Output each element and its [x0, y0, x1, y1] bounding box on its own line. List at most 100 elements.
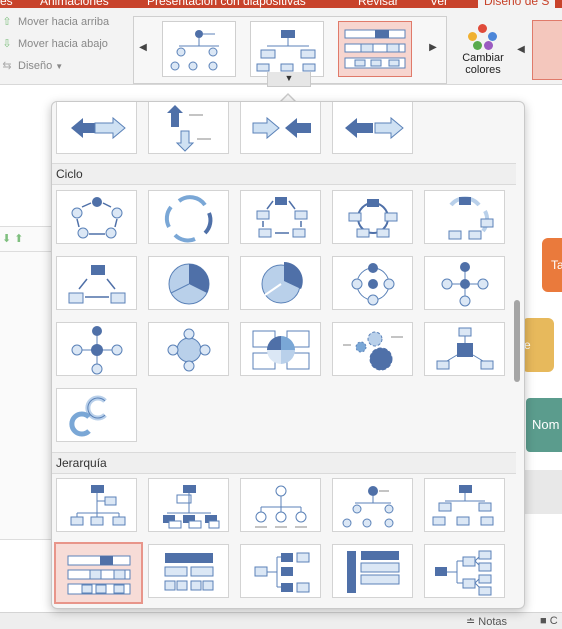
- smartart-layout-dropdown: Ciclo Jerarquía: [51, 101, 525, 609]
- layout-tile[interactable]: [240, 322, 321, 376]
- layout-button[interactable]: ⇆ Diseño ▼: [0, 56, 63, 76]
- layout-tile[interactable]: [148, 190, 229, 244]
- continuous-cycle-icon: [348, 199, 398, 238]
- opposing-arrows-icon: [71, 116, 126, 140]
- gallery-next-button[interactable]: ▶: [428, 41, 438, 55]
- layout-tile[interactable]: [240, 544, 321, 598]
- layout-tile[interactable]: [240, 256, 321, 310]
- cycle-matrix-icon: [448, 196, 494, 240]
- tab-partial[interactable]: es: [0, 0, 13, 8]
- ribbon-tab-strip: es Animaciones Presentación con diaposit…: [0, 0, 562, 8]
- multidirectional-cycle-icon: [351, 263, 395, 306]
- layout-tile[interactable]: [148, 102, 229, 154]
- table-hierarchy-icon: [164, 553, 214, 591]
- chevron-down-icon: ▼: [284, 73, 294, 83]
- slide-shape-orange[interactable]: Ta: [542, 238, 562, 292]
- notes-icon: ≐: [466, 616, 479, 628]
- layout-icon: ⇆: [2, 60, 12, 72]
- layout-tile[interactable]: [424, 322, 505, 376]
- layout-label: Diseño: [18, 60, 53, 72]
- cycle-matrix-quadrant-icon: [252, 330, 310, 370]
- radial-cycle-icon: [441, 262, 489, 307]
- slide-shape-gray[interactable]: [522, 470, 562, 514]
- layout-tile[interactable]: [332, 322, 413, 376]
- gallery-thumb[interactable]: [250, 21, 324, 77]
- tab-ver[interactable]: Ver: [430, 0, 448, 8]
- circle-picture-hierarchy-icon: [255, 485, 307, 528]
- layout-tile[interactable]: [56, 102, 137, 154]
- tab-animaciones[interactable]: Animaciones: [40, 0, 109, 8]
- comments-icon: ■: [540, 615, 550, 627]
- layout-tile[interactable]: [56, 256, 137, 310]
- style-thumb[interactable]: [532, 20, 562, 80]
- layout-tile[interactable]: [56, 322, 137, 376]
- layout-tile[interactable]: [332, 102, 413, 154]
- comments-label: C: [549, 615, 558, 627]
- layout-tile[interactable]: [148, 322, 229, 376]
- notes-button[interactable]: ≐ Notas: [466, 615, 507, 628]
- comments-button[interactable]: ■ C: [540, 615, 558, 627]
- styles-prev-button[interactable]: ◀: [516, 44, 526, 58]
- chevron-down-icon: ▼: [55, 62, 64, 71]
- change-colors-button[interactable]: Cambiar colores: [454, 18, 512, 84]
- vertical-list-hierarchy-icon: [347, 551, 400, 593]
- section-header-hierarchy: Jerarquía: [52, 452, 516, 474]
- tab-diseno-smartart[interactable]: Diseño de S: [478, 0, 556, 8]
- tab-presentacion[interactable]: Presentación con diapositivas: [147, 0, 306, 8]
- layout-tile[interactable]: [56, 478, 137, 532]
- labeled-hierarchy-icon: [67, 555, 131, 595]
- color-palette-icon: [468, 24, 498, 50]
- layout-tile[interactable]: [424, 256, 505, 310]
- layout-tile[interactable]: [332, 544, 413, 598]
- layout-tile[interactable]: [240, 102, 321, 154]
- slide-shape-teal[interactable]: Nom: [526, 398, 562, 452]
- layout-tile[interactable]: [56, 190, 137, 244]
- notes-label: Notas: [478, 616, 508, 628]
- block-cycle-icon: [256, 197, 308, 238]
- horizontal-org-chart-icon: [435, 550, 492, 596]
- layout-tile[interactable]: [148, 478, 229, 532]
- gallery-thumb-selected[interactable]: [338, 21, 412, 77]
- layout-tile[interactable]: [332, 190, 413, 244]
- org-chart-icon: [70, 485, 126, 526]
- circle-arrow-process-icon: [69, 395, 107, 437]
- slide-shape-gold[interactable]: e: [522, 318, 554, 372]
- change-colors-label-1: Cambiar: [462, 52, 504, 64]
- text-cycle-icon: [164, 195, 213, 243]
- triangle-cycle-icon: [68, 265, 126, 304]
- layout-tile[interactable]: [240, 190, 321, 244]
- labeled-hierarchy-thumb-icon: [344, 29, 406, 69]
- layout-tile[interactable]: [332, 478, 413, 532]
- diverging-arrows-icon: [167, 105, 211, 152]
- layout-tile[interactable]: [332, 256, 413, 310]
- layout-tile[interactable]: [424, 478, 505, 532]
- gallery-thumb[interactable]: [162, 21, 236, 77]
- arrow-down-icon: ⇩: [2, 38, 12, 50]
- move-up-button[interactable]: ⇧ Mover hacia arriba: [0, 12, 109, 32]
- move-down-button[interactable]: ⇩ Mover hacia abajo: [0, 34, 108, 54]
- tab-revisar[interactable]: Revisar: [358, 0, 399, 8]
- arrow-up-icon: ⇧: [2, 16, 12, 28]
- dropdown-scrollbar[interactable]: [514, 300, 520, 382]
- layout-tile-selected[interactable]: [54, 542, 143, 604]
- layout-tile[interactable]: [148, 544, 229, 598]
- layout-tile[interactable]: [424, 190, 505, 244]
- gear-cycle-icon: [343, 331, 403, 371]
- layout-tile[interactable]: [240, 478, 321, 532]
- layout-tile[interactable]: [148, 256, 229, 310]
- hierarchy-thumb-icon: [256, 30, 316, 72]
- gallery-prev-button[interactable]: ◀: [138, 41, 148, 55]
- change-colors-label-2: colores: [465, 64, 501, 76]
- gallery-expand-button[interactable]: ▼: [267, 72, 311, 87]
- basic-cycle-icon: [71, 197, 123, 239]
- converging-arrows-icon: [252, 116, 311, 140]
- section-header-cycle: Ciclo: [52, 163, 516, 185]
- pie-cycle-icon: [168, 263, 210, 305]
- radial-cluster-icon: [436, 327, 494, 370]
- layout-tile[interactable]: [56, 388, 137, 442]
- layout-tile[interactable]: [424, 544, 505, 598]
- segmented-cycle-icon: [261, 262, 303, 304]
- arrow-up-icon[interactable]: ⬆: [14, 233, 23, 245]
- hierarchy-circles-icon: [342, 486, 394, 528]
- arrow-down-icon[interactable]: ⬇: [2, 233, 11, 245]
